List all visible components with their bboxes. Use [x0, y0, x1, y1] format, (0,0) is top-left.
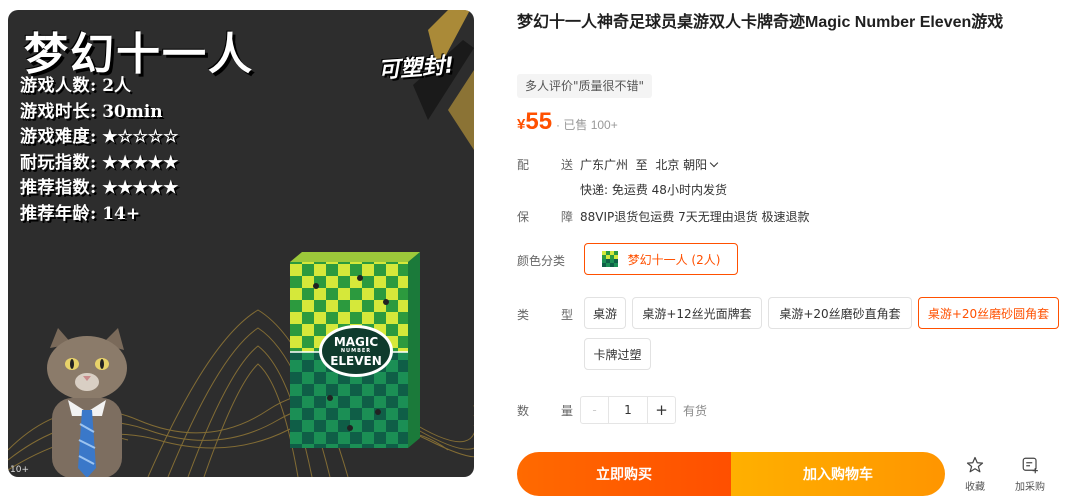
stock-status: 有货: [683, 404, 708, 418]
type-label: 类型: [517, 308, 573, 322]
purchase-list-icon: [1022, 457, 1038, 474]
spec-item: 推荐指数: ★★★★★: [20, 178, 179, 198]
product-page: 梦幻十一人 游戏人数: 2人 游戏时长: 30min 游戏难度: ★☆☆☆☆ 耐…: [0, 0, 1080, 504]
spec-item: 游戏时长: 30min: [20, 101, 163, 122]
type-option[interactable]: 桌游+12丝光面牌套: [632, 297, 762, 329]
quantity-label: 数量: [517, 404, 573, 418]
favorite-label: 收藏: [965, 482, 985, 493]
buy-now-button[interactable]: 立即购买: [517, 452, 731, 496]
spec-item: 游戏人数: 2人: [20, 76, 132, 96]
product-title: 梦幻十一人神奇足球员桌游双人卡牌奇迹Magic Number Eleven游戏: [517, 14, 1004, 31]
guarantee-text: 88VIP退货包运费 7天无理由退货 极速退款: [580, 210, 810, 224]
image-headline: 梦幻十一人: [24, 29, 254, 80]
spec-item: 游戏难度: ★☆☆☆☆: [20, 127, 179, 147]
color-swatch-thumbnail: [601, 251, 618, 267]
star-icon: [966, 456, 984, 473]
game-box: MAGIC NUMBER ELEVEN: [290, 252, 420, 448]
color-option-label: 梦幻十一人 (2人): [627, 252, 721, 267]
quantity-increase-button[interactable]: +: [647, 397, 675, 423]
type-option[interactable]: 桌游: [584, 297, 626, 329]
spec-item: 耐玩指数: ★★★★★: [20, 152, 179, 173]
favorite-button[interactable]: 收藏: [955, 456, 995, 493]
color-category-label: 颜色分类: [517, 254, 566, 268]
sold-count: · 已售 100+: [556, 118, 618, 132]
shipping-route[interactable]: 广东广州 至 北京 朝阳: [580, 156, 719, 173]
price-currency: ¥: [517, 116, 526, 133]
shipping-detail: 快递: 免运费 48小时内发货: [580, 183, 727, 197]
reseal-badge: 可塑封!: [377, 53, 456, 84]
ship-to-word: 至: [635, 158, 648, 172]
product-image[interactable]: 梦幻十一人 游戏人数: 2人 游戏时长: 30min 游戏难度: ★☆☆☆☆ 耐…: [8, 10, 474, 477]
chevron-down-icon: [709, 158, 719, 168]
type-option[interactable]: 桌游+20丝磨砂直角套: [768, 297, 912, 329]
type-option[interactable]: 卡牌过塑: [584, 338, 651, 370]
add-purchase-button[interactable]: 加采购: [1010, 456, 1050, 493]
guarantee-label: 保障: [517, 210, 573, 224]
quantity-decrease-button[interactable]: -: [581, 397, 609, 423]
ship-to: 北京 朝阳: [655, 158, 708, 172]
shipping-label: 配送: [517, 158, 573, 172]
box-logo: MAGIC NUMBER ELEVEN: [319, 325, 393, 377]
color-option[interactable]: 梦幻十一人 (2人): [584, 243, 738, 275]
age-corner-mark: 10+: [10, 465, 29, 475]
quantity-stepper: - 1 +: [580, 396, 676, 424]
review-tag[interactable]: 多人评价"质量很不错": [517, 74, 653, 98]
price-row: ¥ 55 · 已售 100+: [517, 108, 618, 136]
spec-item: 推荐年龄: 14+: [20, 203, 141, 224]
quantity-input[interactable]: 1: [609, 397, 647, 423]
add-to-cart-button[interactable]: 加入购物车: [731, 452, 945, 496]
price-value: 55: [525, 108, 553, 135]
ship-from: 广东广州: [580, 158, 629, 172]
add-purchase-label: 加采购: [1015, 482, 1045, 493]
type-option-selected[interactable]: 桌游+20丝磨砂圆角套: [918, 297, 1059, 329]
cat-illustration: [47, 328, 127, 477]
spec-list: 游戏人数: 2人 游戏时长: 30min 游戏难度: ★☆☆☆☆ 耐玩指数: ★…: [20, 74, 178, 227]
